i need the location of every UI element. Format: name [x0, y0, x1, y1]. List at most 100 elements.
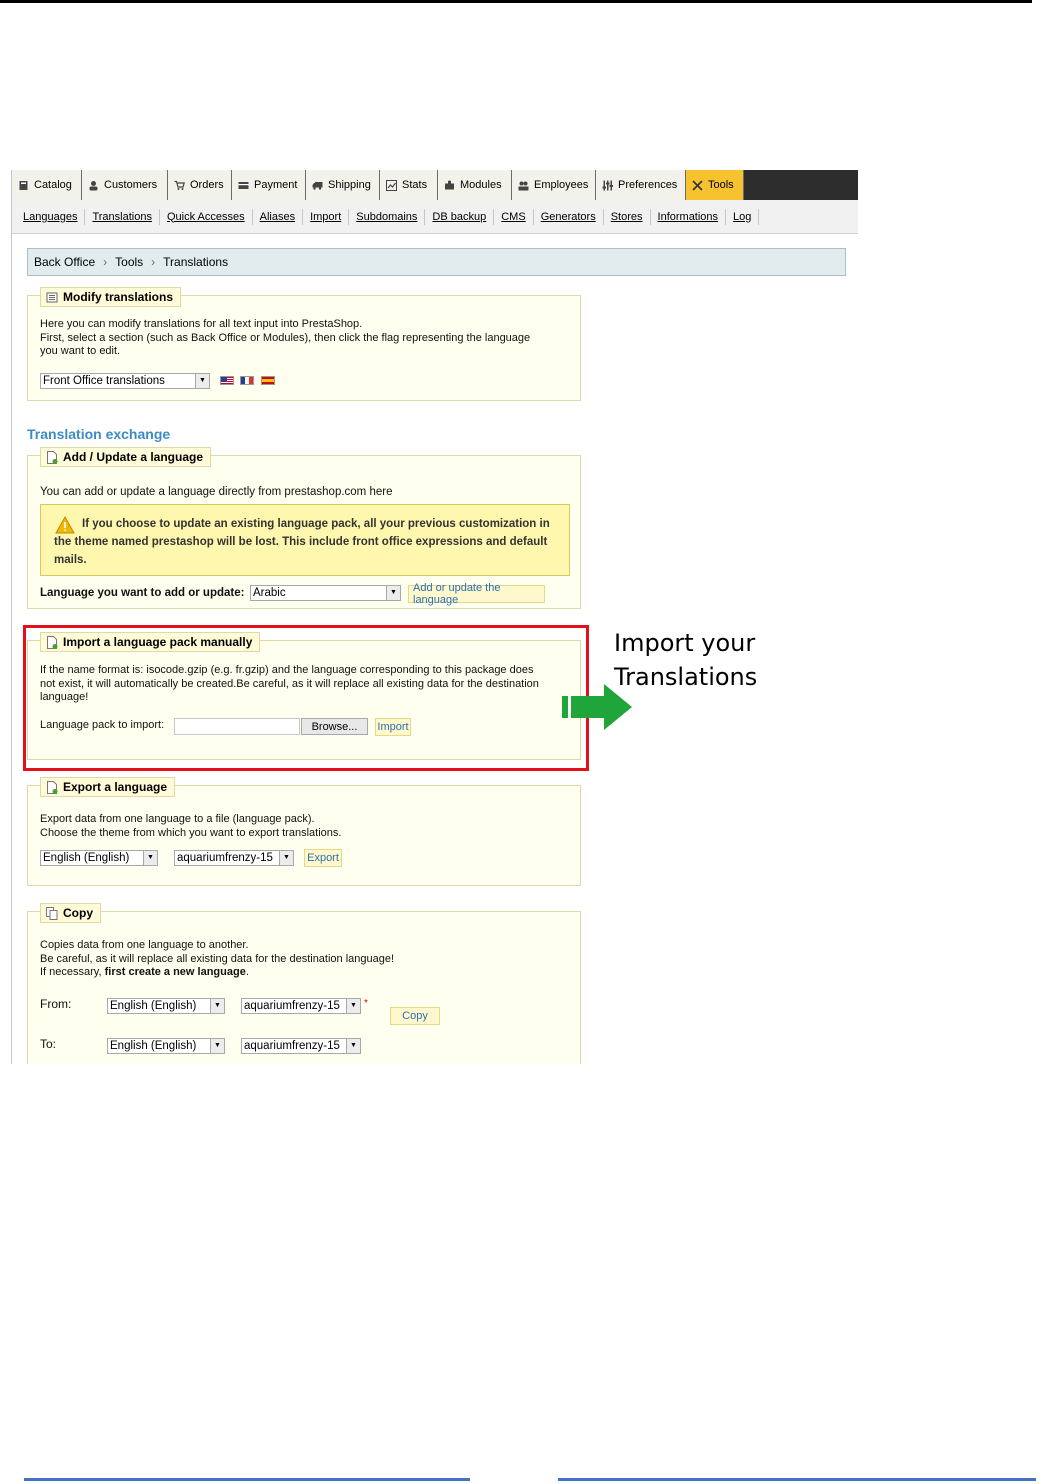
truck-icon	[312, 180, 323, 191]
copy-from-label: From:	[40, 997, 72, 1011]
tab-preferences[interactable]: Preferences	[596, 170, 686, 200]
tab-label: Preferences	[618, 179, 678, 191]
copy-line-2: Be careful, as it will replace all exist…	[40, 952, 395, 965]
footer-rule-right	[558, 1478, 1036, 1481]
language-select[interactable]: Arabic ▼	[250, 585, 401, 601]
tab-label: Stats	[402, 179, 428, 191]
breadcrumb-tools[interactable]: Tools	[115, 255, 143, 269]
breadcrumb: Back Office › Tools › Translations	[27, 248, 846, 276]
top-rule	[0, 0, 1032, 3]
subnav-subdomains[interactable]: Subdomains	[349, 208, 426, 225]
copy-language-panel: Copy Copies data from one language to an…	[27, 903, 581, 1064]
copy-description: Copies data from one language to another…	[40, 939, 394, 980]
export-language-panel: Export a language Export data from one l…	[27, 777, 581, 886]
subnav-quick-accesses[interactable]: Quick Accesses	[160, 208, 253, 225]
card-icon	[238, 180, 249, 191]
subnav-import[interactable]: Import	[303, 208, 350, 225]
subnav-log[interactable]: Log	[726, 208, 760, 225]
copy-button[interactable]: Copy	[390, 1007, 440, 1025]
prestashop-screenshot: Catalog Customers Orders Payment Shippin…	[11, 170, 858, 1064]
subnav-aliases[interactable]: Aliases	[253, 208, 304, 225]
export-button[interactable]: Export	[304, 849, 342, 867]
tab-tools[interactable]: Tools	[686, 170, 744, 200]
tab-label: Modules	[460, 179, 502, 191]
copy-line-3: If necessary, first create a new languag…	[40, 966, 394, 980]
subnav-languages[interactable]: Languages	[16, 208, 86, 225]
annotation-line-1: Import your	[614, 629, 756, 657]
tab-catalog[interactable]: Catalog	[12, 170, 82, 200]
warning-text: If you choose to update an existing lang…	[54, 518, 550, 566]
chevron-down-icon: ▼	[346, 999, 360, 1013]
add-update-label: Language you want to add or update:	[40, 587, 245, 599]
export-line-1: Export data from one language to a file …	[40, 813, 315, 825]
tab-label: Orders	[190, 179, 224, 191]
tools-subnav: Languages Translations Quick Accesses Al…	[12, 200, 858, 234]
add-update-language-panel: Add / Update a language You can add or u…	[27, 447, 581, 609]
copy-to-language-select[interactable]: English (English) ▼	[107, 1038, 225, 1054]
subnav-cms[interactable]: CMS	[494, 208, 534, 225]
subnav-db-backup[interactable]: DB backup	[425, 208, 495, 225]
modify-line-2: First, select a section (such as Back Of…	[40, 331, 531, 344]
export-language-select[interactable]: English (English) ▼	[40, 850, 158, 866]
tab-label: Customers	[104, 179, 158, 191]
copy-line-1: Copies data from one language to another…	[40, 939, 249, 951]
tab-orders[interactable]: Orders	[168, 170, 232, 200]
person-icon	[88, 180, 99, 191]
breadcrumb-back-office[interactable]: Back Office	[34, 255, 95, 269]
copy-legend: Copy	[40, 903, 101, 923]
book-icon	[18, 180, 29, 191]
subnav-translations[interactable]: Translations	[85, 208, 160, 225]
import-highlight-box	[23, 625, 589, 771]
es-flag-icon[interactable]	[261, 376, 275, 385]
subnav-stores[interactable]: Stores	[604, 208, 651, 225]
add-page-icon	[46, 450, 58, 464]
select-value: aquariumfrenzy-15	[177, 852, 273, 864]
legend-label: Copy	[63, 906, 93, 920]
fr-flag-icon[interactable]	[240, 376, 254, 385]
copy-from-language-select[interactable]: English (English) ▼	[107, 998, 225, 1014]
main-tabs: Catalog Customers Orders Payment Shippin…	[12, 170, 858, 200]
export-description: Export data from one language to a file …	[40, 813, 341, 840]
translation-type-select[interactable]: Front Office translations ▼	[40, 373, 210, 389]
select-value: Arabic	[253, 587, 286, 599]
chart-icon	[386, 179, 397, 191]
add-update-language-button[interactable]: Add or update the language	[408, 582, 545, 606]
tab-employees[interactable]: Employees	[512, 170, 596, 200]
copy-icon	[46, 906, 58, 920]
create-language-link[interactable]: first create a new language	[105, 966, 246, 978]
copy-line-3-prefix: If necessary,	[40, 966, 105, 978]
tab-stats[interactable]: Stats	[380, 170, 438, 200]
chevron-down-icon: ▼	[386, 586, 400, 600]
chevron-down-icon: ▼	[279, 851, 293, 865]
modify-translations-panel: Modify translations Here you can modify …	[27, 287, 581, 401]
tab-customers[interactable]: Customers	[82, 170, 168, 200]
copy-to-theme-select[interactable]: aquariumfrenzy-15 ▼	[241, 1038, 361, 1054]
tab-label: Employees	[534, 179, 589, 191]
subnav-informations[interactable]: Informations	[651, 208, 727, 225]
modify-translations-legend: Modify translations	[40, 287, 182, 307]
chevron-down-icon: ▼	[346, 1039, 360, 1053]
list-icon	[46, 291, 58, 304]
add-update-intro: You can add or update a language directl…	[40, 486, 393, 498]
subnav-generators[interactable]: Generators	[534, 208, 604, 225]
us-flag-icon[interactable]	[220, 376, 234, 385]
update-warning-box: If you choose to update an existing lang…	[40, 504, 570, 576]
footer-rule-left	[24, 1478, 470, 1481]
legend-label: Modify translations	[63, 290, 174, 304]
copy-from-theme-select[interactable]: aquariumfrenzy-15 ▼	[241, 998, 361, 1014]
tab-label: Catalog	[34, 179, 72, 191]
export-line-2: Choose the theme from which you want to …	[40, 826, 342, 839]
add-update-legend: Add / Update a language	[40, 447, 212, 467]
export-theme-select[interactable]: aquariumfrenzy-15 ▼	[174, 850, 294, 866]
tab-payment[interactable]: Payment	[232, 170, 306, 200]
select-value: English (English)	[43, 852, 130, 864]
chevron-right-icon: ›	[151, 255, 156, 269]
import-annotation: Import your Translations	[614, 626, 757, 694]
tab-modules[interactable]: Modules	[438, 170, 512, 200]
chevron-right-icon: ›	[103, 255, 108, 269]
tab-shipping[interactable]: Shipping	[306, 170, 380, 200]
copy-line-3-suffix: .	[245, 966, 249, 978]
translation-exchange-heading: Translation exchange	[27, 426, 171, 442]
legend-label: Add / Update a language	[63, 450, 204, 464]
select-value: English (English)	[110, 1040, 197, 1052]
